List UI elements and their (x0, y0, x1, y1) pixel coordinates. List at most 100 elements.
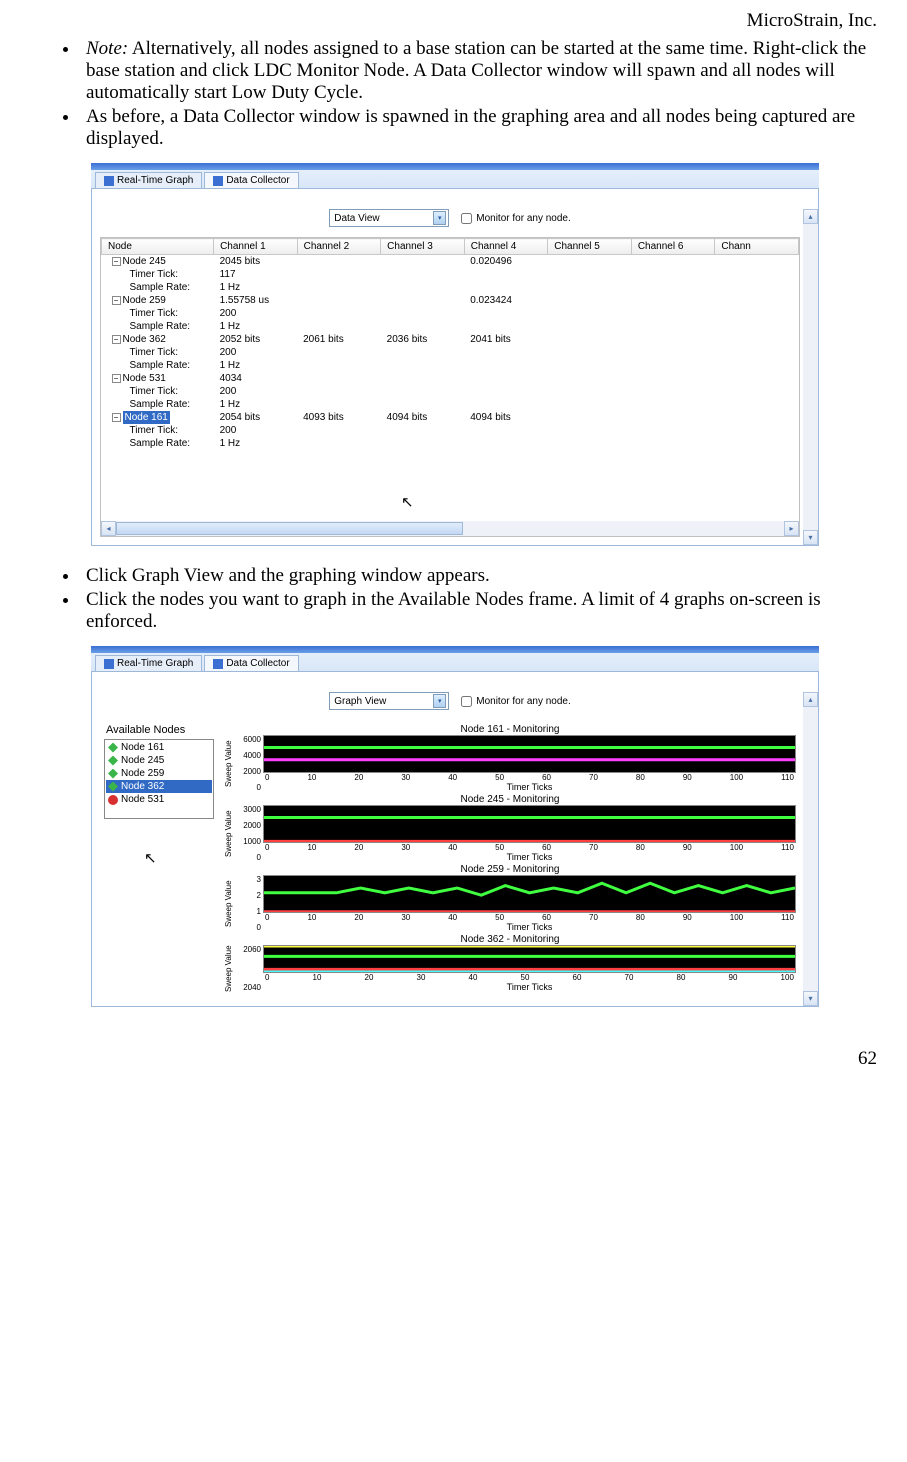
column-header[interactable]: Channel 3 (381, 239, 465, 255)
table-row[interactable]: − Node 5314034 (102, 372, 799, 385)
x-tick: 40 (448, 773, 457, 782)
table-row[interactable]: − Node 2591.55758 us0.023424 (102, 294, 799, 307)
value-cell (464, 424, 548, 437)
scroll-up-icon[interactable]: ▴ (803, 692, 818, 707)
v-scrollbar[interactable]: ▴ ▾ (803, 209, 818, 545)
x-tick: 50 (495, 773, 504, 782)
table-row[interactable]: Timer Tick:200 (102, 424, 799, 437)
window-titlebar (91, 646, 819, 653)
node-active-icon (108, 743, 118, 753)
scroll-up-icon[interactable]: ▴ (803, 209, 818, 224)
value-cell (464, 437, 548, 450)
scroll-thumb[interactable] (116, 522, 463, 535)
available-nodes-col: Available Nodes Node 161Node 245Node 259… (104, 724, 214, 994)
table-row[interactable]: − Node 3622052 bits2061 bits2036 bits204… (102, 333, 799, 346)
table-row[interactable]: Timer Tick:200 (102, 385, 799, 398)
monitor-checkbox[interactable]: Monitor for any node. (461, 213, 571, 224)
node-cell: Sample Rate: (102, 398, 214, 411)
tab-data-collector[interactable]: Data Collector (204, 172, 298, 188)
value-cell (297, 255, 381, 269)
table-row[interactable]: − Node 2452045 bits0.020496 (102, 255, 799, 269)
y-tick: 3000 (235, 805, 261, 814)
x-tick: 40 (469, 973, 478, 982)
available-nodes-list[interactable]: Node 161Node 245Node 259Node 362Node 531 (104, 739, 214, 819)
view-dropdown[interactable]: Graph View ▾ (329, 692, 449, 710)
value-cell: 2036 bits (381, 333, 465, 346)
available-nodes-title: Available Nodes (106, 724, 214, 736)
scroll-down-icon[interactable]: ▾ (803, 530, 818, 545)
value-cell (381, 268, 465, 281)
chevron-down-icon: ▾ (433, 694, 446, 708)
x-tick: 40 (448, 913, 457, 922)
v-scroll-track[interactable] (803, 224, 818, 530)
y-tick: 2000 (235, 821, 261, 830)
x-tick: 80 (636, 843, 645, 852)
value-cell (381, 320, 465, 333)
table-row[interactable]: Timer Tick:117 (102, 268, 799, 281)
scroll-down-icon[interactable]: ▾ (803, 991, 818, 1006)
bullet-3: Click Graph View and the graphing window… (80, 565, 877, 587)
node-table: NodeChannel 1Channel 2Channel 3Channel 4… (101, 238, 799, 450)
table-row[interactable]: Sample Rate:1 Hz (102, 398, 799, 411)
value-cell (715, 281, 799, 294)
available-node-item[interactable]: Node 161 (106, 741, 212, 754)
value-cell (631, 411, 715, 424)
value-cell: 200 (214, 307, 298, 320)
table-row[interactable]: Sample Rate:1 Hz (102, 437, 799, 450)
chart-title: Node 259 - Monitoring (224, 864, 796, 875)
plot-canvas (263, 945, 796, 973)
cursor-icon: ↖ (401, 493, 414, 511)
view-dropdown[interactable]: Data View ▾ (329, 209, 449, 227)
tab-realtime-graph[interactable]: Real-Time Graph (95, 655, 202, 671)
node-table-wrap: NodeChannel 1Channel 2Channel 3Channel 4… (100, 237, 800, 537)
bullet-note: Note: Alternatively, all nodes assigned … (80, 38, 877, 104)
column-header[interactable]: Channel 1 (214, 239, 298, 255)
y-tick: 3 (235, 875, 261, 884)
bullet-4: Click the nodes you want to graph in the… (80, 589, 877, 633)
tab-data-collector[interactable]: Data Collector (204, 655, 298, 671)
scroll-right-icon[interactable]: ▸ (784, 521, 799, 536)
table-row[interactable]: Timer Tick:200 (102, 346, 799, 359)
column-header[interactable]: Channel 4 (464, 239, 548, 255)
monitor-checkbox-input[interactable] (461, 213, 472, 224)
tab-realtime-graph[interactable]: Real-Time Graph (95, 172, 202, 188)
table-row[interactable]: − Node 1612054 bits4093 bits4094 bits409… (102, 411, 799, 424)
node-active-icon (108, 756, 118, 766)
monitor-checkbox[interactable]: Monitor for any node. (461, 696, 571, 707)
value-cell (548, 359, 632, 372)
value-cell (297, 294, 381, 307)
monitor-checkbox-input[interactable] (461, 696, 472, 707)
value-cell (464, 307, 548, 320)
available-node-item[interactable]: Node 362 (106, 780, 212, 793)
value-cell (297, 307, 381, 320)
value-cell (381, 424, 465, 437)
scroll-left-icon[interactable]: ◂ (101, 521, 116, 536)
table-row[interactable]: Timer Tick:200 (102, 307, 799, 320)
table-row[interactable]: Sample Rate:1 Hz (102, 281, 799, 294)
h-scrollbar[interactable]: ◂ ▸ (101, 521, 799, 536)
column-header[interactable]: Chann (715, 239, 799, 255)
v-scroll-track[interactable] (803, 707, 818, 991)
table-row[interactable]: Sample Rate:1 Hz (102, 359, 799, 372)
value-cell (548, 320, 632, 333)
column-header[interactable]: Node (102, 239, 214, 255)
node-cell: − Node 531 (102, 372, 214, 385)
window-titlebar (91, 163, 819, 170)
available-node-item[interactable]: Node 245 (106, 754, 212, 767)
node-label: Node 161 (121, 741, 164, 754)
value-cell (297, 346, 381, 359)
node-stop-icon (108, 795, 118, 805)
v-scrollbar[interactable]: ▴ ▾ (803, 692, 818, 1006)
table-row[interactable]: Sample Rate:1 Hz (102, 320, 799, 333)
monitor-label: Monitor for any node. (476, 213, 571, 224)
column-header[interactable]: Channel 2 (297, 239, 381, 255)
column-header[interactable]: Channel 6 (631, 239, 715, 255)
x-tick: 30 (401, 843, 410, 852)
value-cell (297, 320, 381, 333)
available-node-item[interactable]: Node 531 (106, 793, 212, 806)
dropdown-value: Graph View (334, 696, 386, 707)
available-node-item[interactable]: Node 259 (106, 767, 212, 780)
column-header[interactable]: Channel 5 (548, 239, 632, 255)
scroll-track[interactable] (116, 521, 784, 536)
y-tick: 6000 (235, 735, 261, 744)
